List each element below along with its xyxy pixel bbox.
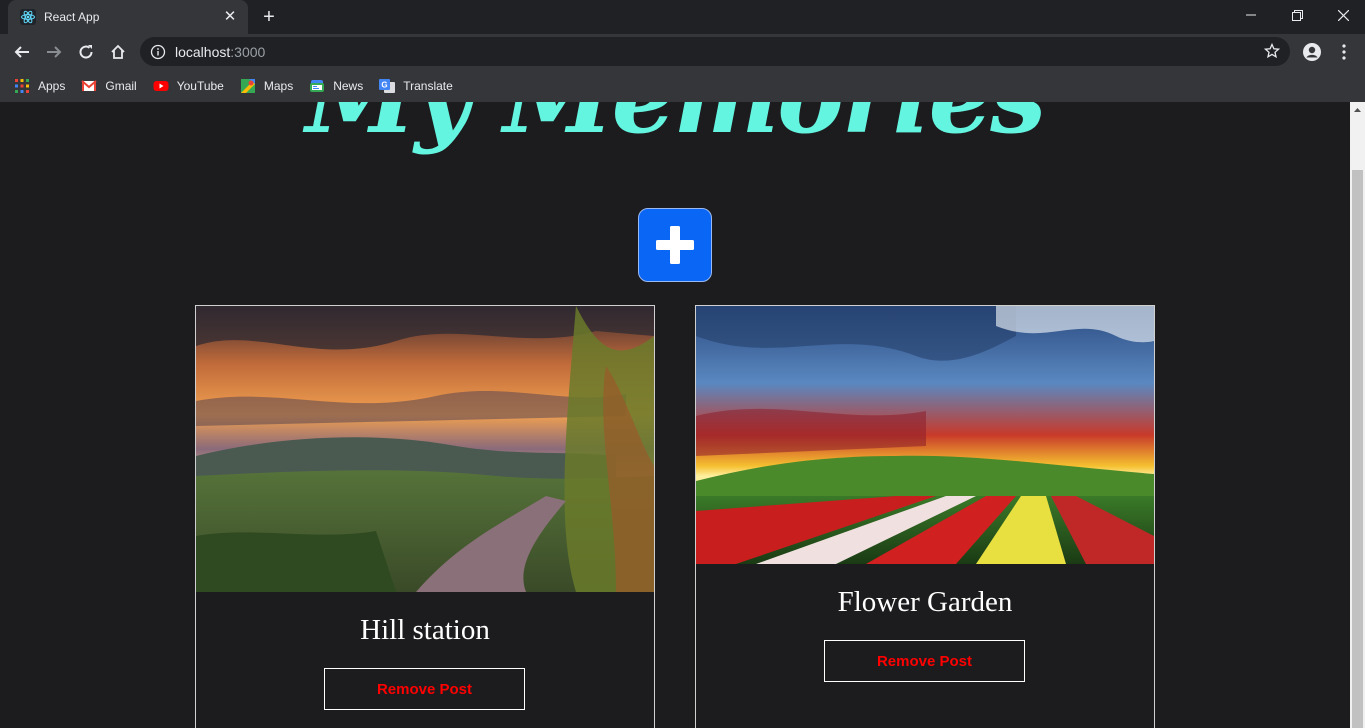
bookmark-maps[interactable]: Maps bbox=[240, 78, 293, 94]
translate-icon: G bbox=[379, 79, 396, 93]
menu-dots-icon[interactable] bbox=[1330, 38, 1358, 66]
url-text: localhost:3000 bbox=[175, 43, 266, 60]
browser-toolbar: localhost:3000 bbox=[0, 34, 1365, 70]
bookmark-youtube[interactable]: YouTube bbox=[153, 78, 224, 94]
close-tab-icon[interactable]: ✕ bbox=[222, 9, 238, 25]
restore-icon[interactable] bbox=[1274, 0, 1320, 30]
react-icon bbox=[20, 9, 36, 25]
post-image bbox=[196, 306, 654, 592]
info-icon[interactable] bbox=[150, 44, 166, 60]
address-bar[interactable]: localhost:3000 bbox=[140, 37, 1290, 66]
memory-card: Hill station Remove Post bbox=[195, 305, 655, 728]
bookmarks-bar: Apps Gmail YouTube Maps News G Translate bbox=[0, 70, 1365, 102]
bookmark-apps[interactable]: Apps bbox=[14, 78, 65, 94]
bookmark-label: News bbox=[333, 79, 364, 93]
bookmark-translate[interactable]: G Translate bbox=[379, 78, 453, 94]
tab-strip: React App ✕ + bbox=[0, 0, 1365, 34]
youtube-icon bbox=[153, 81, 169, 91]
add-post-button[interactable] bbox=[638, 208, 712, 282]
page-viewport: My Memories bbox=[0, 102, 1350, 728]
home-icon[interactable] bbox=[104, 38, 132, 66]
news-icon bbox=[310, 80, 325, 92]
bookmark-label: Maps bbox=[263, 79, 294, 93]
forward-arrow-icon[interactable] bbox=[40, 38, 68, 66]
reload-icon[interactable] bbox=[72, 38, 100, 66]
scroll-up-icon[interactable] bbox=[1350, 102, 1365, 117]
page-title: My Memories bbox=[0, 102, 1350, 156]
page-scrollbar[interactable] bbox=[1350, 102, 1365, 728]
bookmark-label: Apps bbox=[38, 79, 66, 93]
memory-card: Flower Garden Remove Post bbox=[695, 305, 1155, 728]
post-title: Hill station bbox=[360, 614, 490, 646]
post-title: Flower Garden bbox=[837, 586, 1013, 618]
bookmark-news[interactable]: News bbox=[309, 78, 363, 94]
bookmark-label: Gmail bbox=[105, 79, 137, 93]
remove-post-button[interactable]: Remove Post bbox=[324, 668, 525, 710]
bookmark-label: Translate bbox=[403, 79, 453, 93]
new-tab-icon[interactable]: + bbox=[259, 7, 279, 27]
tab-title: React App bbox=[44, 10, 100, 24]
svg-text:G: G bbox=[382, 81, 388, 90]
bookmark-gmail[interactable]: Gmail bbox=[81, 78, 137, 94]
close-window-icon[interactable] bbox=[1320, 0, 1365, 30]
minimize-icon[interactable] bbox=[1228, 0, 1274, 30]
gmail-icon bbox=[81, 80, 98, 91]
scroll-thumb[interactable] bbox=[1352, 170, 1363, 728]
bookmark-star-icon[interactable] bbox=[1264, 43, 1280, 59]
profile-icon[interactable] bbox=[1298, 38, 1326, 66]
remove-post-button[interactable]: Remove Post bbox=[824, 640, 1025, 682]
browser-tab[interactable]: React App ✕ bbox=[8, 0, 248, 34]
post-image bbox=[696, 306, 1154, 564]
back-arrow-icon[interactable] bbox=[8, 38, 36, 66]
plus-icon bbox=[656, 226, 694, 264]
bookmark-label: YouTube bbox=[176, 79, 224, 93]
apps-grid-icon bbox=[15, 79, 29, 93]
maps-icon bbox=[240, 79, 255, 93]
